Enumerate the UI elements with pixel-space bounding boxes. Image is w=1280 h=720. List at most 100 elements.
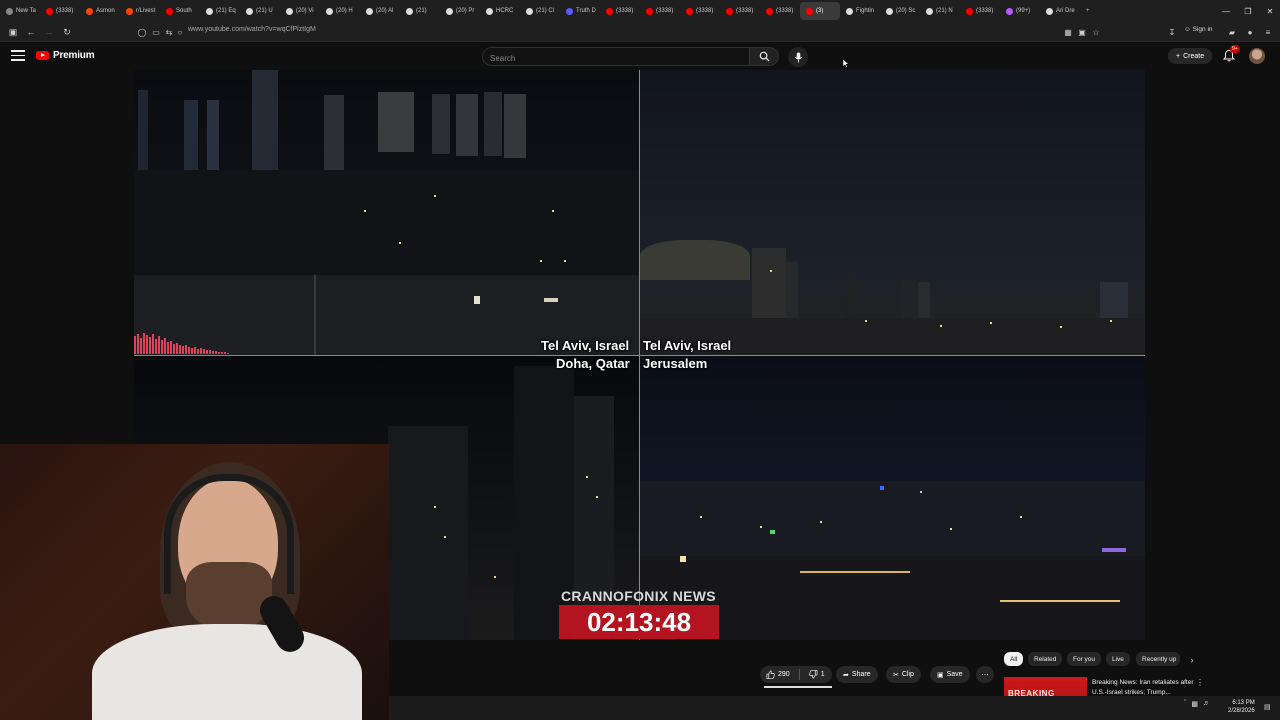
browser-tab[interactable]: (20) Al [360, 2, 400, 20]
split-divider-horizontal [134, 355, 1145, 356]
browser-tab[interactable]: (20) Pr [440, 2, 480, 20]
like-button[interactable]: 290 [760, 666, 796, 683]
create-button[interactable]: + Create [1168, 48, 1213, 64]
search-button[interactable] [750, 47, 779, 66]
tab-favicon-icon [566, 7, 573, 15]
screenshot-icon[interactable]: ▣ [1076, 26, 1088, 38]
dislike-count: 1 [820, 671, 825, 678]
tab-favicon-icon [86, 7, 93, 15]
tab-favicon-icon [286, 7, 293, 15]
browser-tab[interactable]: (21) Cl [520, 2, 560, 20]
share-label: Share [851, 671, 871, 678]
browser-tab[interactable]: (3338) [680, 2, 720, 20]
browser-tab[interactable]: (3338) [600, 2, 640, 20]
sidebar-toggle-icon[interactable]: ▣ [6, 25, 20, 39]
label-bottom-left: Doha, Qatar [556, 356, 630, 371]
tab-favicon-icon [246, 7, 253, 15]
lock-icon[interactable]: ▭ [150, 26, 162, 38]
browser-tab[interactable]: South [160, 2, 200, 20]
news-channel-title: CRANNOFONIX NEWS [561, 588, 716, 604]
chip-live[interactable]: Live [1106, 652, 1130, 666]
close-window-icon[interactable]: ✕ [1258, 0, 1280, 22]
restore-icon[interactable]: ❐ [1236, 0, 1260, 22]
recommendation-title[interactable]: Breaking News: Iran retaliates after U.S… [1092, 678, 1198, 698]
clock-date: 2/28/2026 [1228, 708, 1255, 714]
more-actions-button[interactable]: ⋯ [976, 666, 994, 683]
forward-button[interactable]: → [42, 25, 56, 39]
browser-tab[interactable]: New Ta [0, 2, 40, 20]
youtube-premium-logo[interactable]: Premium [36, 50, 95, 61]
chip-related[interactable]: Related [1028, 652, 1063, 666]
dislike-button[interactable]: 1 [803, 666, 831, 683]
browser-tab[interactable]: (3338) [720, 2, 760, 20]
save-label: Save [946, 671, 963, 678]
tab-favicon-icon [46, 7, 53, 15]
tab-label: (21) [416, 8, 427, 14]
browser-tab[interactable]: (21) [400, 2, 440, 20]
mouse-cursor [842, 55, 850, 68]
browser-tab[interactable]: (21) N [920, 2, 960, 20]
picture-in-picture-icon[interactable]: ▦ [1062, 26, 1074, 38]
browser-tab[interactable]: (3) [800, 2, 840, 20]
audio-visualizer [134, 332, 234, 354]
browser-tab[interactable]: (21) U [240, 2, 280, 20]
browser-tab[interactable]: (21) Eq [200, 2, 240, 20]
tab-favicon-icon [806, 7, 813, 15]
chevron-up-icon[interactable]: ˆ [1184, 700, 1186, 708]
share-button[interactable]: ➦ Share [836, 666, 878, 683]
user-avatar[interactable] [1249, 48, 1265, 64]
back-button[interactable]: ← [24, 25, 38, 39]
clip-button[interactable]: ✂ Clip [886, 666, 921, 683]
browser-tab[interactable]: (20) H [320, 2, 360, 20]
search-input[interactable] [483, 50, 749, 67]
volume-icon[interactable]: ♬ [1203, 700, 1210, 708]
new-tab-button[interactable]: + [1080, 2, 1096, 20]
search-box[interactable] [482, 47, 750, 67]
browser-tab[interactable]: Truth D [560, 2, 600, 20]
sign-in-button[interactable]: ☺ Sign in [1184, 26, 1213, 33]
like-dislike-group: 290 1 [760, 666, 832, 683]
system-clock[interactable]: 6:13 PM 2/28/2026 [1228, 699, 1255, 715]
browser-tab[interactable]: (20) Vi [280, 2, 320, 20]
chip-recently-uploaded[interactable]: Recently up [1136, 652, 1180, 666]
browser-tab[interactable]: HCRC [480, 2, 520, 20]
clock-time: 6:13 PM [1232, 700, 1255, 706]
guide-menu-icon[interactable] [11, 50, 25, 62]
globe-icon[interactable]: ○ [174, 26, 186, 38]
notification-center-icon[interactable]: ▤ [1264, 703, 1272, 713]
browser-tab[interactable]: r/Livest [120, 2, 160, 20]
browser-tab[interactable]: Fightin [840, 2, 880, 20]
browser-tab[interactable]: (3338) [960, 2, 1000, 20]
menu-icon[interactable]: ≡ [1262, 26, 1274, 38]
browser-tab[interactable]: (99+) [1000, 2, 1040, 20]
url-field[interactable]: www.youtube.com/watch?v=wqCfPlztIgM [188, 26, 316, 33]
browser-tab[interactable]: Ari Dre [1040, 2, 1080, 20]
tab-label: (3) [816, 8, 824, 14]
shield-icon[interactable]: ◯ [136, 26, 148, 38]
chip-all[interactable]: All [1004, 652, 1024, 666]
browser-tab-strip: New Ta (3338) Asmon r/Livest South (21) Eq (21… [0, 0, 1280, 22]
minimize-icon[interactable]: — [1214, 0, 1238, 22]
tab-label: r/Livest [136, 8, 156, 14]
browser-tab[interactable]: (3338) [640, 2, 680, 20]
download-icon[interactable]: ↧ [1166, 26, 1178, 38]
streamer-webcam [0, 444, 389, 720]
tab-label: New Ta [16, 8, 36, 14]
chevron-right-icon[interactable]: › [1186, 654, 1198, 666]
profile-icon[interactable]: ● [1244, 26, 1256, 38]
browser-tab[interactable]: (3338) [40, 2, 80, 20]
voice-search-button[interactable] [788, 47, 808, 67]
save-button[interactable]: ▣ Save [930, 666, 970, 683]
thumbs-up-icon [766, 670, 775, 679]
bookmark-star-icon[interactable]: ☆ [1090, 26, 1102, 38]
tab-favicon-icon [166, 7, 173, 15]
reload-button[interactable]: ↻ [60, 25, 74, 39]
chip-for-you[interactable]: For you [1067, 652, 1102, 666]
browser-tab[interactable]: (20) Sc [880, 2, 920, 20]
tab-label: (20) H [336, 8, 353, 14]
network-icon[interactable]: ▩ [1191, 700, 1198, 708]
kebab-menu-icon[interactable]: ⋮ [1196, 678, 1204, 690]
extensions-icon[interactable]: ▰ [1226, 26, 1238, 38]
browser-tab[interactable]: Asmon [80, 2, 120, 20]
browser-tab[interactable]: (3338) [760, 2, 800, 20]
